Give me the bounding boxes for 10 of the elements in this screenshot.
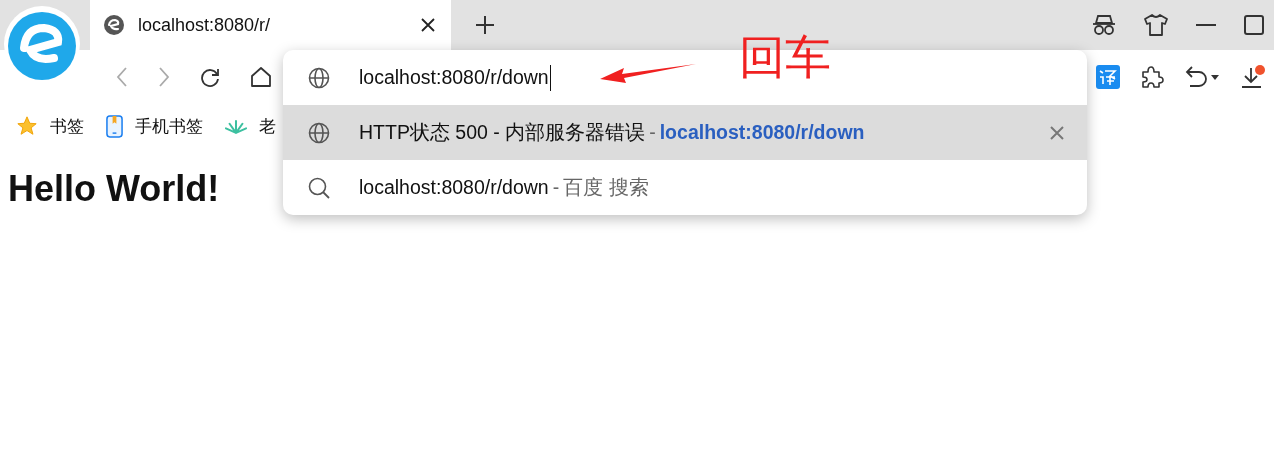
suggestion-item[interactable]: HTTP状态 500 - 内部服务器错误 - localhost:8080/r/down	[283, 105, 1087, 160]
annotation-text: 回车	[739, 34, 831, 80]
address-field[interactable]: localhost:8080/r/down	[359, 62, 552, 93]
browser-tab[interactable]: localhost:8080/r/	[90, 0, 451, 50]
bookmark-item[interactable]: 书签	[16, 114, 84, 138]
page-heading: Hello World!	[8, 168, 220, 210]
suggestion-item[interactable]: localhost:8080/r/down - 百度 搜索	[283, 160, 1087, 215]
bookmark-item[interactable]: 老	[225, 114, 276, 138]
bookmark-item[interactable]: 手机书签	[106, 114, 203, 138]
tab-title: localhost:8080/r/	[138, 14, 272, 36]
